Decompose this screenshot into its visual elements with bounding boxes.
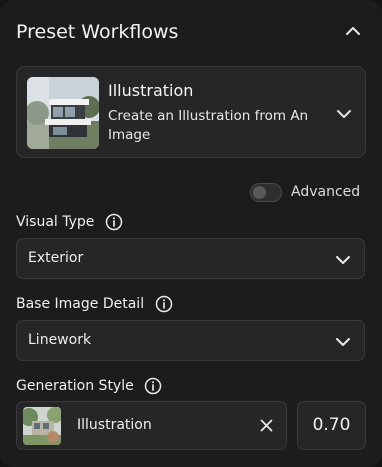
- style-strength-input[interactable]: 0.70: [297, 401, 366, 450]
- advanced-toggle-row: Advanced: [250, 182, 365, 204]
- style-name: Illustration: [77, 417, 152, 433]
- preset-workflows-panel: Preset Workflows Illustration Create an …: [0, 0, 382, 467]
- info-icon[interactable]: [155, 295, 173, 313]
- generation-style-chip[interactable]: Illustration: [16, 401, 287, 450]
- close-icon[interactable]: [259, 418, 274, 433]
- chevron-up-icon[interactable]: [344, 22, 362, 40]
- generation-style-label: Generation Style: [16, 378, 134, 394]
- preset-workflow-select[interactable]: Illustration Create an Illustration from…: [16, 66, 366, 158]
- visual-type-value: Exterior: [28, 250, 84, 266]
- advanced-toggle[interactable]: [250, 183, 282, 202]
- preset-title: Illustration: [108, 81, 194, 100]
- info-icon[interactable]: [105, 213, 123, 231]
- base-image-detail-label-row: Base Image Detail: [16, 294, 173, 314]
- base-image-detail-select[interactable]: Linework: [16, 320, 365, 361]
- toggle-knob: [253, 186, 266, 199]
- info-icon[interactable]: [144, 377, 162, 395]
- visual-type-label: Visual Type: [16, 214, 95, 230]
- chevron-down-icon: [336, 256, 350, 264]
- base-image-detail-value: Linework: [28, 332, 92, 348]
- panel-title: Preset Workflows: [16, 21, 179, 43]
- panel-header[interactable]: Preset Workflows: [16, 18, 366, 46]
- chevron-down-icon: [336, 338, 350, 346]
- preset-description: Create an Illustration from An Image: [108, 108, 309, 143]
- visual-type-label-row: Visual Type: [16, 212, 123, 232]
- advanced-label: Advanced: [291, 184, 361, 200]
- style-thumbnail: [23, 407, 61, 445]
- preset-thumbnail: [27, 77, 99, 149]
- visual-type-select[interactable]: Exterior: [16, 238, 365, 279]
- base-image-detail-label: Base Image Detail: [16, 296, 145, 312]
- chevron-down-icon: [337, 110, 351, 118]
- generation-style-label-row: Generation Style: [16, 376, 162, 396]
